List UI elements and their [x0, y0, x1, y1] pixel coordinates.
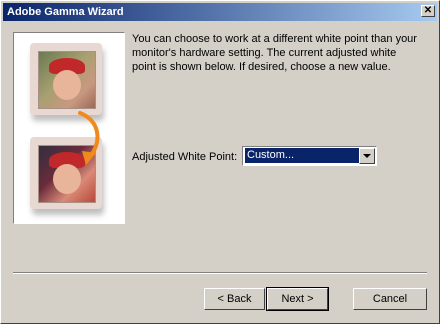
chevron-down-icon	[363, 154, 371, 158]
illustration-panel	[13, 32, 125, 224]
wizard-window: Adobe Gamma Wizard ✕ You can choose to w…	[0, 0, 440, 324]
close-icon: ✕	[423, 5, 433, 16]
white-point-selected-value: Custom...	[245, 148, 359, 163]
instruction-text: You can choose to work at a different wh…	[132, 33, 417, 73]
cancel-button[interactable]: Cancel	[353, 288, 427, 310]
next-button[interactable]: Next >	[266, 287, 329, 311]
title-bar[interactable]: Adobe Gamma Wizard ✕	[3, 3, 437, 21]
monitor-before-image	[30, 43, 102, 115]
button-separator	[13, 272, 427, 274]
curved-arrow-icon	[78, 111, 100, 165]
close-button[interactable]: ✕	[421, 5, 435, 17]
dropdown-button[interactable]	[359, 148, 375, 164]
window-title: Adobe Gamma Wizard	[7, 6, 124, 18]
white-point-label: Adjusted White Point:	[132, 151, 238, 163]
back-button[interactable]: < Back	[204, 288, 265, 310]
white-point-select[interactable]: Custom...	[242, 146, 377, 166]
